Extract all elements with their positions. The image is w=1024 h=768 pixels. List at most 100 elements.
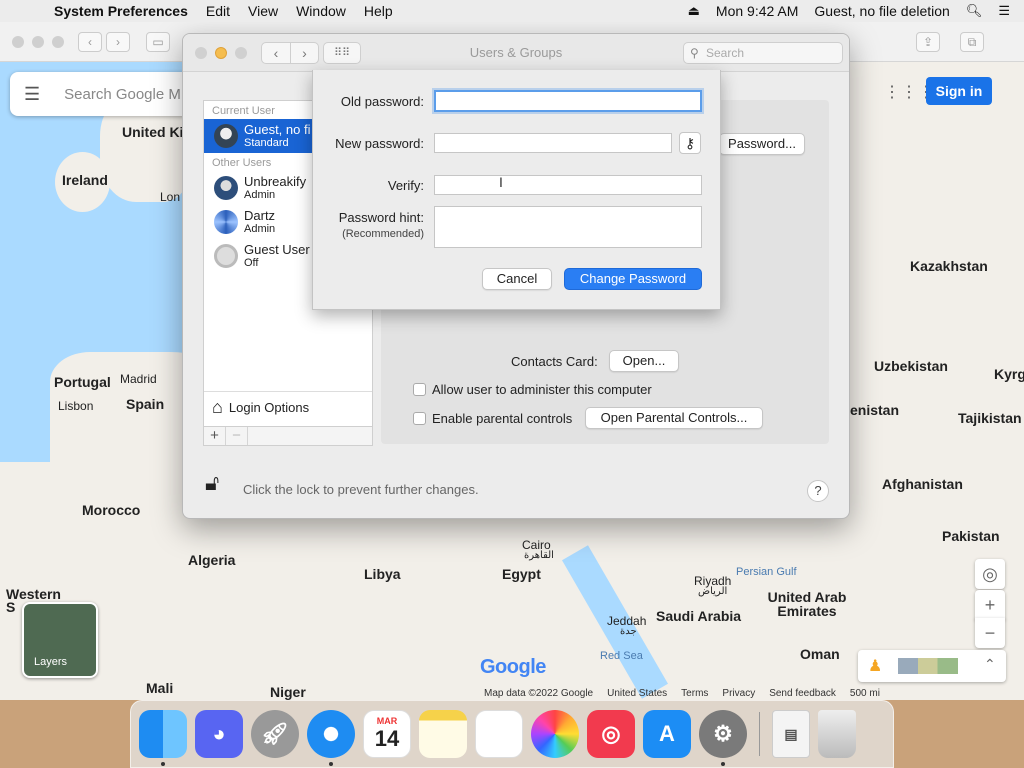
eject-icon[interactable]: ⏏ — [688, 3, 700, 19]
safari-icon[interactable] — [307, 710, 355, 766]
trash-icon[interactable] — [818, 710, 856, 758]
map-label: Persian Gulf — [736, 566, 797, 578]
map-label: Madrid — [120, 372, 157, 386]
add-user-button[interactable]: + — [204, 427, 226, 445]
control-center-icon[interactable]: ☰ — [998, 3, 1010, 19]
login-options-item[interactable]: ⌂ Login Options — [204, 391, 372, 423]
map-footer: Map data ©2022 Google United States Term… — [484, 688, 880, 700]
street-view-panel[interactable]: ♟ ⌃ — [858, 650, 1006, 682]
map-privacy-link[interactable]: Privacy — [722, 688, 755, 700]
zoom-out-icon[interactable]: − — [975, 618, 1005, 648]
password-assistant-key-icon[interactable]: ⚷ — [679, 132, 701, 154]
notes-icon[interactable] — [419, 710, 467, 758]
map-label: جدة — [620, 626, 637, 637]
menu-user[interactable]: Guest, no file deletion — [814, 3, 949, 19]
old-password-label: Old password: — [340, 94, 424, 109]
map-label: Pakistan — [942, 528, 1000, 544]
change-password-confirm-button[interactable]: Change Password — [564, 268, 702, 290]
expand-chevron-icon[interactable]: ⌃ — [984, 656, 996, 673]
pegman-icon[interactable]: ♟ — [868, 656, 882, 676]
tabs-overview-icon[interactable]: ⧉ — [960, 32, 984, 52]
user-list-buttons: + − — [203, 426, 373, 446]
home-icon: ⌂ — [212, 397, 223, 417]
map-label: Kyrgy — [994, 366, 1024, 382]
map-terms-link[interactable]: Terms — [681, 688, 708, 700]
browser-forward-icon[interactable]: › — [106, 32, 130, 52]
allow-admin-checkbox[interactable] — [413, 383, 426, 396]
new-password-field[interactable] — [434, 133, 672, 153]
menu-view[interactable]: View — [248, 3, 278, 19]
user-avatar — [214, 176, 238, 200]
discord-icon[interactable]: ◕ — [195, 710, 243, 758]
map-label: Egypt — [502, 566, 541, 582]
map-feedback-link[interactable]: Send feedback — [769, 688, 836, 700]
password-hint-sublabel: (Recommended) — [342, 228, 424, 240]
user-role: Standard — [244, 137, 289, 149]
map-search-placeholder: Search Google M — [64, 85, 181, 103]
parental-controls-label: Enable parental controls — [432, 411, 573, 426]
password-hint-label: Password hint: — [338, 210, 424, 225]
login-options-label: Login Options — [228, 400, 310, 415]
old-password-field[interactable] — [434, 90, 702, 112]
sign-in-button[interactable]: Sign in — [926, 77, 992, 105]
allow-admin-row[interactable]: Allow user to administer this computer — [413, 382, 652, 397]
map-label: United Arab Emirates — [767, 589, 847, 619]
parental-controls-row[interactable]: Enable parental controls — [413, 411, 572, 426]
photos-icon[interactable] — [531, 710, 579, 758]
remove-user-button[interactable]: − — [226, 427, 248, 445]
news-icon[interactable]: ◎ — [587, 710, 635, 758]
reminders-icon[interactable] — [475, 710, 523, 758]
user-name: Guest User — [244, 243, 310, 257]
menu-clock[interactable]: Mon 9:42 AM — [716, 3, 799, 19]
system-preferences-icon[interactable]: ⚙ — [699, 710, 747, 766]
spotlight-search-icon[interactable]: 🔍︎ — [966, 3, 983, 19]
my-location-icon[interactable]: ◎ — [975, 559, 1005, 589]
help-button[interactable]: ? — [807, 480, 829, 502]
user-name: Unbreakify — [244, 175, 307, 189]
layers-button[interactable]: Layers — [22, 602, 98, 678]
user-avatar — [214, 244, 238, 268]
lock-icon[interactable]: 🔓︎ — [205, 470, 219, 496]
hamburger-menu-icon[interactable]: ☰ — [24, 84, 40, 105]
map-label: Portugal — [54, 374, 111, 390]
map-label: Ireland — [62, 172, 108, 188]
map-label: Afghanistan — [882, 476, 963, 492]
map-scale[interactable]: 500 mi — [850, 688, 880, 700]
sidebar-toggle-icon[interactable]: ▭ — [146, 32, 170, 52]
map-label: الرياض — [698, 586, 728, 597]
map-country-link[interactable]: United States — [607, 688, 667, 700]
verify-password-field[interactable] — [434, 175, 702, 195]
password-hint-field[interactable] — [434, 206, 702, 248]
menu-window[interactable]: Window — [296, 3, 346, 19]
browser-traffic-lights — [12, 36, 64, 48]
menu-help[interactable]: Help — [364, 3, 393, 19]
app-store-icon[interactable]: A — [643, 710, 691, 758]
map-label: Saudi Arabia — [656, 608, 742, 624]
map-label: Algeria — [188, 552, 236, 568]
launchpad-icon[interactable]: 🚀︎ — [251, 710, 299, 758]
change-password-button[interactable]: Password... — [719, 133, 805, 155]
open-parental-controls-button[interactable]: Open Parental Controls... — [585, 407, 763, 429]
parental-controls-checkbox[interactable] — [413, 412, 426, 425]
map-label: enistan — [850, 402, 900, 418]
menu-edit[interactable]: Edit — [206, 3, 230, 19]
open-contacts-card-button[interactable]: Open... — [609, 350, 679, 372]
imagery-thumbnails — [898, 658, 958, 674]
text-cursor-icon: I — [499, 174, 503, 190]
cancel-button[interactable]: Cancel — [482, 268, 552, 290]
map-label: القاهرة — [524, 550, 554, 561]
user-role: Admin — [244, 189, 276, 201]
zoom-in-icon[interactable]: + — [975, 590, 1005, 620]
menu-app-name[interactable]: System Preferences — [54, 3, 188, 19]
map-attribution: Map data ©2022 Google — [484, 688, 594, 699]
new-password-label: New password: — [335, 136, 424, 151]
share-icon[interactable]: ⇪ — [916, 32, 940, 52]
finder-icon[interactable] — [139, 710, 187, 766]
window-titlebar[interactable]: ‹ › ⠿⠿ Users & Groups ⚲ Search — [183, 34, 849, 72]
browser-back-icon[interactable]: ‹ — [78, 32, 102, 52]
document-icon[interactable]: ▤ — [772, 710, 810, 758]
preferences-search-field[interactable]: ⚲ Search — [683, 42, 843, 64]
map-search-box[interactable]: ☰ Search Google M — [10, 72, 190, 116]
map-label: Tajikistan — [958, 410, 1022, 426]
calendar-icon[interactable]: MAR 14 — [363, 710, 411, 758]
